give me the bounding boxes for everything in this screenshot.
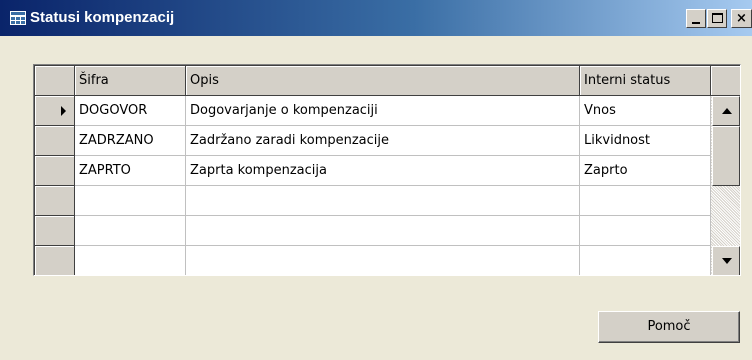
title-bar[interactable]: Statusi kompenzacij × — [0, 0, 752, 36]
table-row[interactable] — [35, 186, 711, 216]
table-header-row: Šifra Opis Interni status — [35, 66, 711, 96]
close-button[interactable]: × — [731, 9, 752, 28]
row-selector[interactable] — [35, 96, 75, 126]
statusi-kompenzacij-window: Statusi kompenzacij × Šifra Opis Interni… — [0, 0, 752, 360]
cell-status[interactable]: Zaprto — [580, 156, 711, 186]
status-table: Šifra Opis Interni status DOGOVOR Dogova… — [33, 64, 741, 276]
maximize-button[interactable] — [707, 9, 727, 28]
column-header-opis[interactable]: Opis — [186, 66, 580, 96]
scrollbar-header-corner — [711, 66, 740, 96]
cell-description[interactable]: Zaprta kompenzacija — [186, 156, 580, 186]
scroll-up-button[interactable] — [712, 96, 740, 126]
column-header-sifra[interactable]: Šifra — [75, 66, 186, 96]
vertical-scrollbar[interactable] — [711, 66, 740, 275]
cell-code[interactable]: ZAPRTO — [75, 156, 186, 186]
row-selector[interactable] — [35, 126, 75, 156]
scroll-down-button[interactable] — [712, 246, 740, 275]
row-pointer-icon — [61, 106, 66, 116]
close-icon: × — [736, 11, 747, 26]
cell-description[interactable]: Zadržano zaradi kompenzacije — [186, 126, 580, 156]
cell-status[interactable]: Vnos — [580, 96, 711, 126]
cell-description[interactable] — [186, 216, 580, 246]
cell-code[interactable]: ZADRZANO — [75, 126, 186, 156]
maximize-icon — [712, 13, 723, 23]
cell-status[interactable] — [580, 216, 711, 246]
minimize-button[interactable] — [686, 9, 706, 28]
table-icon — [10, 11, 26, 25]
window-title: Statusi kompenzacij — [30, 9, 175, 26]
cell-code[interactable] — [75, 246, 186, 275]
cell-description[interactable] — [186, 246, 580, 275]
table-row[interactable]: ZADRZANO Zadržano zaradi kompenzacije Li… — [35, 126, 711, 156]
cell-status[interactable]: Likvidnost — [580, 126, 711, 156]
table-row[interactable] — [35, 246, 711, 275]
cell-code[interactable] — [75, 186, 186, 216]
table-row[interactable]: ZAPRTO Zaprta kompenzacija Zaprto — [35, 156, 711, 186]
column-header-interni-status[interactable]: Interni status — [580, 66, 711, 96]
row-selector[interactable] — [35, 156, 75, 186]
cell-code[interactable] — [75, 216, 186, 246]
minimize-icon — [692, 22, 700, 24]
cell-description[interactable]: Dogovarjanje o kompenzaciji — [186, 96, 580, 126]
help-button[interactable]: Pomoč — [598, 311, 740, 343]
cell-status[interactable] — [580, 186, 711, 216]
cell-description[interactable] — [186, 186, 580, 216]
row-selector-header[interactable] — [35, 66, 75, 96]
cell-status[interactable] — [580, 246, 711, 275]
table-row[interactable]: DOGOVOR Dogovarjanje o kompenzaciji Vnos — [35, 96, 711, 126]
scrollbar-thumb[interactable] — [712, 126, 740, 186]
cell-code[interactable]: DOGOVOR — [75, 96, 186, 126]
row-selector[interactable] — [35, 216, 75, 246]
scroll-up-icon — [722, 108, 732, 114]
scroll-down-icon — [722, 258, 732, 264]
row-selector[interactable] — [35, 186, 75, 216]
row-selector[interactable] — [35, 246, 75, 275]
table-row[interactable] — [35, 216, 711, 246]
table-body: DOGOVOR Dogovarjanje o kompenzaciji Vnos… — [35, 96, 711, 275]
